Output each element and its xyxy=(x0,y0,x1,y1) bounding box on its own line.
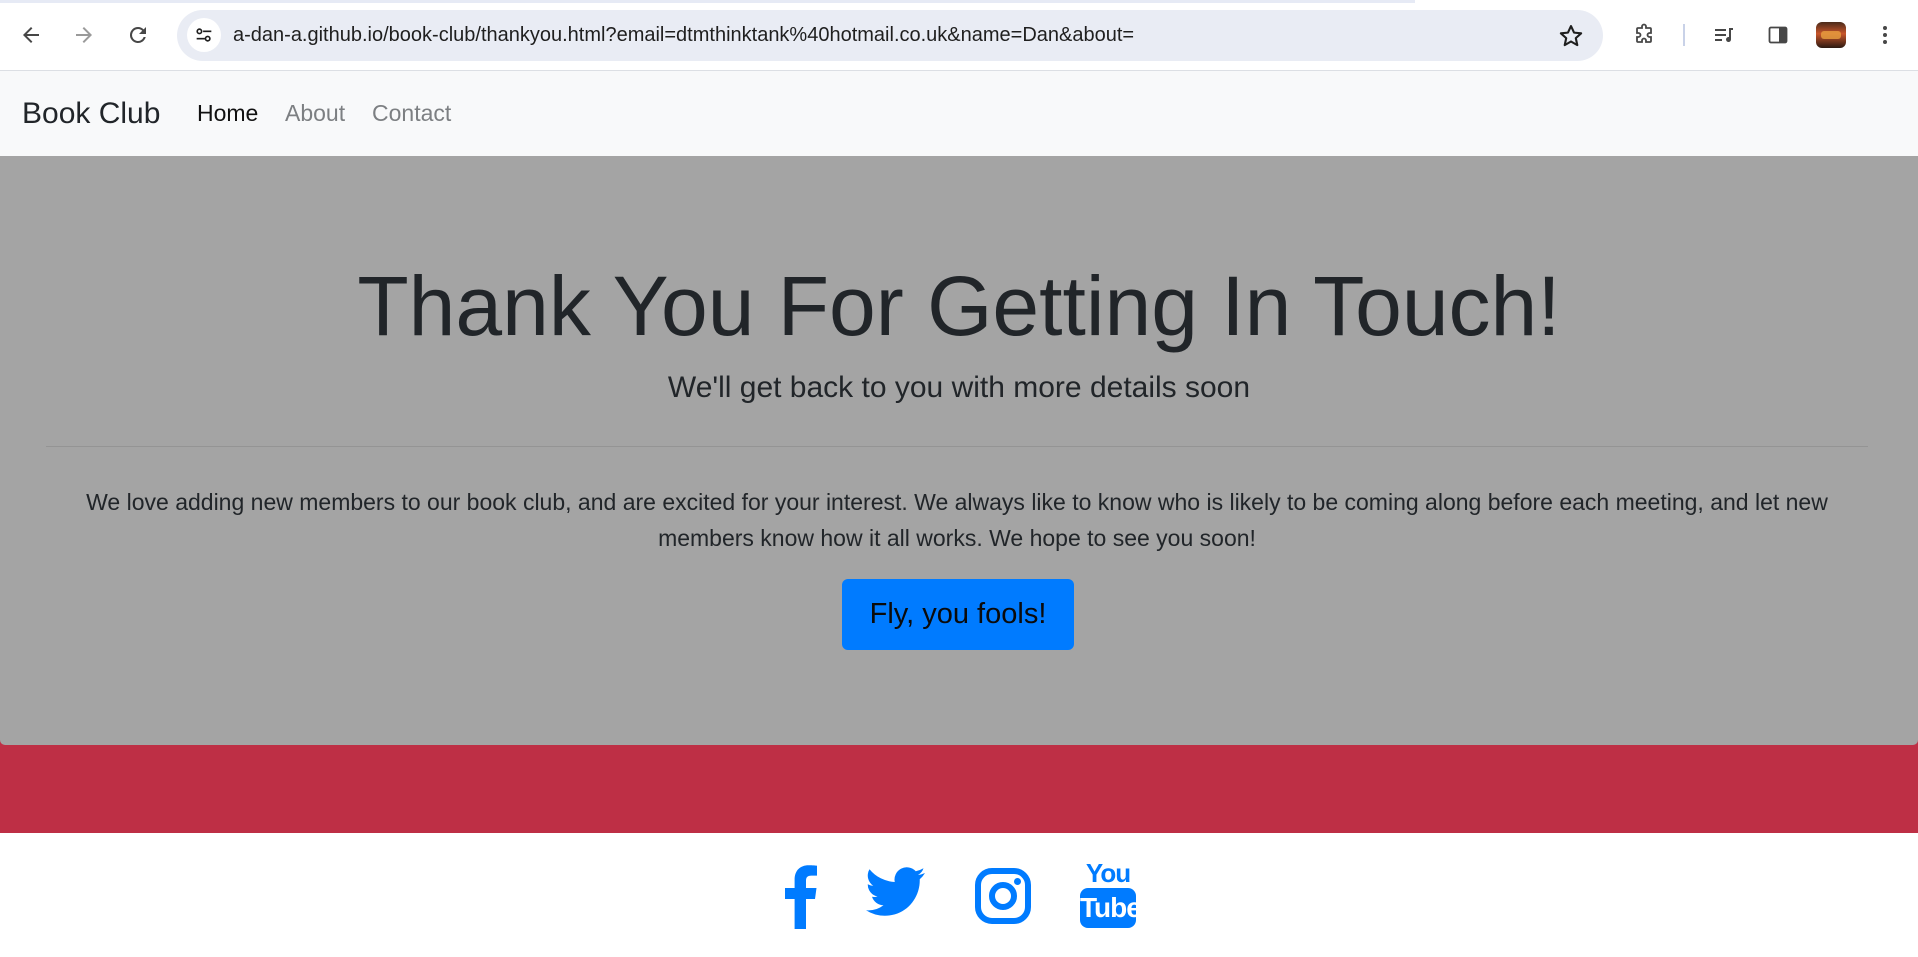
site-info-icon xyxy=(196,28,212,42)
hero-divider xyxy=(46,446,1868,447)
kebab-menu-icon xyxy=(1883,26,1887,44)
media-button[interactable] xyxy=(1706,17,1742,53)
nav-contact[interactable]: Contact xyxy=(372,71,451,156)
nav-home[interactable]: Home xyxy=(197,71,258,156)
media-queue-icon xyxy=(1715,28,1733,42)
address-bar[interactable]: a-dan-a.github.io/book-club/thankyou.htm… xyxy=(177,10,1603,61)
page-load-progress xyxy=(0,0,1415,3)
instagram-link[interactable] xyxy=(974,867,1032,930)
side-panel-icon xyxy=(1768,26,1788,44)
hero-subtitle: We'll get back to you with more details … xyxy=(667,371,1251,404)
browser-menu-button[interactable] xyxy=(1867,17,1903,53)
page-title: Thank You For Getting In Touch! xyxy=(357,259,1561,353)
forward-arrow-icon xyxy=(76,27,92,43)
twitter-icon xyxy=(866,867,925,916)
reload-icon xyxy=(129,26,146,43)
toolbar-separator xyxy=(1683,24,1685,46)
reload-button[interactable] xyxy=(120,17,156,53)
fly-button[interactable]: Fly, you fools! xyxy=(842,579,1074,650)
hero-body: We love adding new members to our book c… xyxy=(46,484,1868,556)
hero-jumbotron: Thank You For Getting In Touch! We'll ge… xyxy=(0,156,1918,745)
url-text[interactable]: a-dan-a.github.io/book-club/thankyou.htm… xyxy=(233,10,1134,61)
site-info-button[interactable] xyxy=(187,18,221,52)
side-panel-button[interactable] xyxy=(1760,17,1796,53)
facebook-icon xyxy=(785,865,817,929)
back-arrow-icon xyxy=(23,27,39,43)
twitter-link[interactable] xyxy=(866,867,926,922)
star-icon[interactable] xyxy=(1557,22,1585,50)
youtube-icon-tube: Tube xyxy=(1080,888,1142,928)
hero-body-line: members know how it all works. We hope t… xyxy=(658,525,1256,551)
instagram-icon xyxy=(975,868,1031,924)
social-footer: You Tube xyxy=(0,833,1918,957)
youtube-link[interactable]: You Tube xyxy=(1080,858,1142,928)
puzzle-icon xyxy=(1636,23,1652,43)
nav-about[interactable]: About xyxy=(285,71,345,156)
profile-avatar[interactable] xyxy=(1816,22,1846,48)
browser-toolbar: a-dan-a.github.io/book-club/thankyou.htm… xyxy=(0,0,1918,71)
extensions-button[interactable] xyxy=(1626,17,1662,53)
youtube-icon-you: You xyxy=(1085,858,1131,888)
site-navbar: Book Club Home About Contact xyxy=(0,71,1918,156)
youtube-icon: You Tube xyxy=(1080,858,1142,928)
brand-link[interactable]: Book Club xyxy=(22,71,160,156)
hero-body-line: We love adding new members to our book c… xyxy=(86,489,1828,515)
forward-button[interactable] xyxy=(66,17,102,53)
back-button[interactable] xyxy=(13,17,49,53)
facebook-link[interactable] xyxy=(780,863,820,934)
